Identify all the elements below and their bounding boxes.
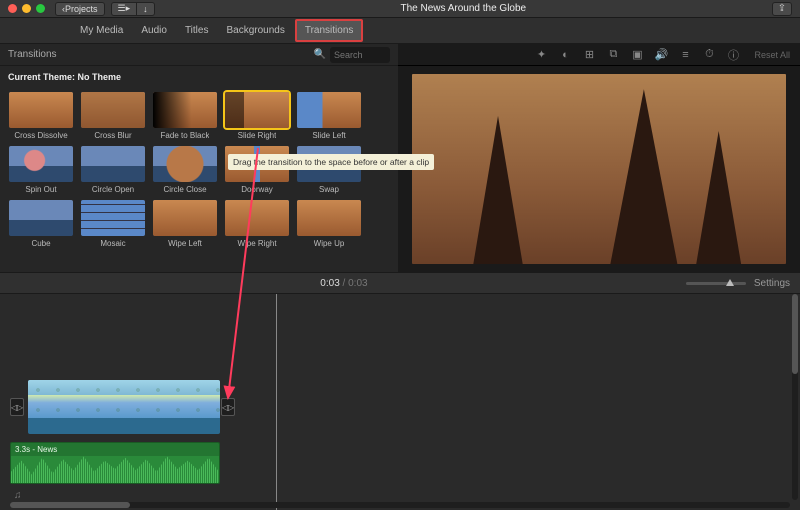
browser-title: Transitions [8,49,57,60]
wand-icon[interactable]: ✦ [534,48,548,62]
transition-item[interactable]: Fade to Black [152,92,218,140]
theme-value: No Theme [78,72,122,82]
transition-item[interactable]: Slide Right [224,92,290,140]
stabilize-icon[interactable]: ▣ [630,48,644,62]
tab-backgrounds[interactable]: Backgrounds [218,21,292,40]
timeline[interactable]: ◁▷ ◁▷ 3.3s - News ♫ [0,294,800,510]
transition-item[interactable]: Cross Blur [80,92,146,140]
theme-row: Current Theme: No Theme [0,66,398,88]
transition-item[interactable]: Mosaic [80,200,146,248]
import-button[interactable]: ↓ [137,2,155,16]
playhead[interactable] [276,294,277,510]
project-title: The News Around the Globe [155,3,772,14]
tab-my-media[interactable]: My Media [72,21,131,40]
color-correction-icon[interactable]: ⊞ [582,48,596,62]
timeline-scrollbar-h[interactable] [10,502,790,508]
close-window-button[interactable] [8,4,17,13]
transitions-grid: Cross Dissolve Cross Blur Fade to Black … [0,88,398,252]
transition-handle-left[interactable]: ◁▷ [10,398,24,416]
tab-titles[interactable]: Titles [177,21,217,40]
window-controls [8,4,45,13]
share-button[interactable]: ⇪ [772,2,792,16]
info-icon[interactable]: ⓘ [726,48,740,62]
minimize-window-button[interactable] [22,4,31,13]
transition-handle-right[interactable]: ◁▷ [221,398,235,416]
transition-item[interactable]: Slide Left [296,92,362,140]
time-bar: 0:03 / 0:03 Settings [0,272,800,294]
library-list-button[interactable]: ☰▸ [111,2,138,16]
music-track-icon: ♫ [14,490,22,501]
search-wrap: 🔍 [57,47,390,63]
search-input[interactable] [330,47,390,63]
transition-item[interactable]: Spin Out [8,146,74,194]
volume-icon[interactable]: 🔊 [654,48,668,62]
noise-icon[interactable]: ≡ [678,48,692,62]
crop-icon[interactable]: ⧉ [606,48,620,62]
playhead-time: 0:03 / 0:03 [320,278,367,289]
color-balance-icon[interactable]: ◐ [558,48,572,62]
media-tabs: My Media Audio Titles Backgrounds Transi… [0,18,800,44]
tab-transitions[interactable]: Transitions [295,19,364,42]
transition-item[interactable]: Wipe Left [152,200,218,248]
video-preview[interactable] [412,74,786,264]
theme-prefix: Current Theme: [8,72,75,82]
toolbar-segment: ☰▸ ↓ [111,2,155,16]
speed-icon[interactable]: ⏱ [702,48,716,62]
transition-item[interactable]: Circle Open [80,146,146,194]
video-clip[interactable] [28,380,220,434]
zoom-slider[interactable] [686,282,746,285]
preview-pane: ✦ ◐ ⊞ ⧉ ▣ 🔊 ≡ ⏱ ⓘ Reset All [398,44,800,272]
back-to-projects-button[interactable]: ‹ Projects [55,2,105,16]
titlebar: ‹ Projects ☰▸ ↓ The News Around the Glob… [0,0,800,18]
back-label: Projects [65,4,98,14]
zoom-window-button[interactable] [36,4,45,13]
settings-button[interactable]: Settings [754,278,790,289]
transition-item[interactable]: Cross Dissolve [8,92,74,140]
search-icon: 🔍 [314,49,326,60]
audio-waveform [11,455,219,483]
tab-audio[interactable]: Audio [133,21,175,40]
drag-tooltip: Drag the transition to the space before … [228,154,434,170]
transition-item[interactable]: Wipe Right [224,200,290,248]
audio-clip[interactable]: 3.3s - News [10,442,220,484]
reset-all-button[interactable]: Reset All [754,50,790,60]
timeline-scrollbar-v[interactable] [792,294,798,500]
viewer-toolbar: ✦ ◐ ⊞ ⧉ ▣ 🔊 ≡ ⏱ ⓘ Reset All [398,44,800,66]
transition-item[interactable]: Wipe Up [296,200,362,248]
transition-item[interactable]: Cube [8,200,74,248]
transition-item[interactable]: Circle Close [152,146,218,194]
